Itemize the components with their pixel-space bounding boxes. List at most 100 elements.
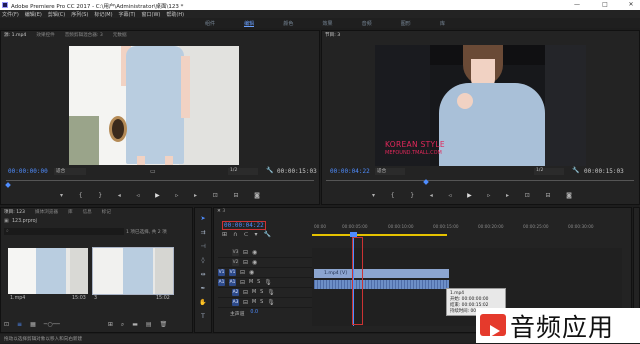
- timeline-timecode[interactable]: 00:00:04:22: [222, 221, 266, 230]
- source-timecode[interactable]: 00:00:00:00: [8, 168, 48, 175]
- menu-title[interactable]: 字幕(T): [119, 11, 136, 18]
- tab-markers[interactable]: 标记: [102, 208, 111, 216]
- track-v3-sync-icon[interactable]: ⊟: [243, 249, 248, 256]
- track-v1-eye-icon[interactable]: ◉: [249, 269, 254, 276]
- hand-tool-icon[interactable]: ✋: [199, 299, 207, 307]
- extract-icon[interactable]: ⊟: [545, 192, 550, 202]
- mark-out-icon[interactable]: {: [79, 192, 83, 202]
- linked-icon[interactable]: ⊂: [243, 231, 248, 238]
- step-back-icon[interactable]: ◂: [118, 192, 121, 202]
- track-a3-target[interactable]: A3: [232, 299, 239, 306]
- track-v2-sync-icon[interactable]: ⊟: [243, 259, 248, 266]
- menu-sequence[interactable]: 序列(S): [71, 11, 88, 18]
- timeline-ruler[interactable]: 00:00 00:00:05:00 00:00:10:00 00:00:15:0…: [312, 222, 630, 236]
- program-scrubber[interactable]: [326, 180, 634, 181]
- menu-clip[interactable]: 剪辑(C): [48, 11, 65, 18]
- ripple-edit-tool-icon[interactable]: ⊣: [199, 243, 207, 251]
- tab-effect-controls[interactable]: 效果控件: [36, 31, 54, 39]
- prog-step-back-frame-icon[interactable]: ◃: [448, 192, 451, 202]
- project-item-thumb-1[interactable]: [8, 248, 88, 294]
- icon-view-icon[interactable]: ▦: [30, 321, 36, 329]
- workspace-tab-color[interactable]: 颜色: [283, 18, 293, 27]
- track-v2-eye-icon[interactable]: ◉: [252, 259, 257, 266]
- razor-tool-icon[interactable]: ◊: [199, 257, 207, 265]
- lock-icon[interactable]: ⊡: [4, 321, 9, 329]
- clip-audio-a1[interactable]: [314, 280, 449, 289]
- prog-step-back-icon[interactable]: ◂: [430, 192, 433, 202]
- program-timecode[interactable]: 00:00:04:22: [330, 168, 370, 175]
- source-scrubber[interactable]: [6, 180, 314, 181]
- go-to-in-icon[interactable]: }: [98, 192, 102, 202]
- mark-in-icon[interactable]: ▾: [60, 192, 63, 202]
- work-area-bar[interactable]: [312, 234, 447, 236]
- zoom-slider[interactable]: ─○──: [44, 321, 60, 329]
- track-a3-mute[interactable]: M: [252, 300, 256, 305]
- program-wrench-icon[interactable]: 🔧: [572, 167, 579, 174]
- track-v1-target[interactable]: V1: [229, 269, 236, 276]
- track-a1-mute[interactable]: M: [249, 280, 253, 285]
- list-view-icon[interactable]: ≡: [17, 321, 22, 329]
- lift-icon[interactable]: ⊡: [525, 192, 530, 202]
- track-a2-mic-icon[interactable]: 🎙: [267, 289, 275, 296]
- new-bin-icon[interactable]: ▬: [132, 321, 138, 329]
- prog-export-frame-icon[interactable]: ◙: [566, 192, 572, 202]
- source-scale-dropdown[interactable]: 1/2: [228, 168, 258, 175]
- track-v2-target[interactable]: V2: [232, 259, 239, 266]
- track-a2-mute[interactable]: M: [252, 290, 256, 295]
- automate-icon[interactable]: ⊞: [108, 321, 113, 329]
- source-v1-patch[interactable]: V1: [218, 269, 225, 276]
- new-item-icon[interactable]: ▤: [146, 321, 152, 329]
- program-scale-dropdown[interactable]: 1/2: [534, 168, 564, 175]
- maximize-button[interactable]: □: [598, 1, 612, 9]
- tab-audio-clip-mixer[interactable]: 音频剪辑混合器: 3: [65, 31, 103, 39]
- snap-icon[interactable]: ∩: [233, 231, 237, 238]
- menu-window[interactable]: 窗口(W): [142, 11, 161, 18]
- minimize-button[interactable]: —: [570, 1, 584, 9]
- prog-mark-in-icon[interactable]: ▾: [372, 192, 375, 202]
- marker-icon[interactable]: ▾: [254, 231, 257, 238]
- prog-play-icon[interactable]: ▶: [467, 192, 472, 202]
- pen-tool-icon[interactable]: ✒: [199, 285, 207, 293]
- track-a1-solo[interactable]: S: [257, 280, 260, 285]
- track-a1-sync-icon[interactable]: ⊟: [240, 279, 245, 286]
- close-button[interactable]: ✕: [624, 1, 638, 9]
- trash-icon[interactable]: 🗑: [160, 321, 168, 329]
- track-a2-solo[interactable]: S: [260, 290, 263, 295]
- overwrite-icon[interactable]: ⊟: [233, 192, 238, 202]
- track-v3-target[interactable]: V3: [232, 249, 239, 256]
- find-icon[interactable]: ⌕: [121, 321, 124, 329]
- tab-program[interactable]: 节目: 3: [325, 31, 340, 39]
- nest-icon[interactable]: ⊞: [222, 231, 227, 238]
- workspace-tab-audio[interactable]: 音频: [362, 18, 372, 27]
- source-wrench-icon[interactable]: 🔧: [266, 167, 273, 174]
- tab-metadata[interactable]: 元数据: [113, 31, 127, 39]
- tab-project[interactable]: 项目: 123: [4, 208, 25, 216]
- source-fit-dropdown[interactable]: 适合: [54, 168, 86, 175]
- tab-info[interactable]: 信息: [83, 208, 92, 216]
- play-icon[interactable]: ▶: [155, 192, 160, 202]
- prog-step-forward-icon[interactable]: ▹: [487, 192, 490, 202]
- master-volume-value[interactable]: 0.0: [250, 310, 258, 317]
- step-forward-icon[interactable]: ▹: [175, 192, 178, 202]
- track-select-tool-icon[interactable]: ⇉: [199, 229, 207, 237]
- tab-media-browser[interactable]: 媒体浏览器: [35, 208, 58, 216]
- source-a1-patch[interactable]: A1: [218, 279, 225, 286]
- workspace-tab-editing[interactable]: 编辑: [244, 18, 255, 27]
- track-v1-sync-icon[interactable]: ⊟: [240, 269, 245, 276]
- track-a2-target[interactable]: A2: [232, 289, 239, 296]
- menu-marker[interactable]: 标记(M): [94, 11, 112, 18]
- menu-edit[interactable]: 编辑(E): [25, 11, 42, 18]
- track-a3-sync-icon[interactable]: ⊟: [243, 299, 248, 306]
- timeline-wrench-icon[interactable]: 🔧: [263, 231, 270, 238]
- insert-icon[interactable]: ⊡: [213, 192, 218, 202]
- track-a2-sync-icon[interactable]: ⊟: [243, 289, 248, 296]
- track-a1-mic-icon[interactable]: 🎙: [264, 279, 272, 286]
- prog-go-out-icon[interactable]: ▸: [506, 192, 509, 202]
- slip-tool-icon[interactable]: ⇹: [199, 271, 207, 279]
- step-back-frame-icon[interactable]: ◃: [136, 192, 139, 202]
- project-item-thumb-2[interactable]: [92, 247, 174, 295]
- selection-tool-icon[interactable]: ➤: [199, 215, 207, 223]
- track-a3-solo[interactable]: S: [260, 300, 263, 305]
- workspace-tab-effects[interactable]: 效果: [322, 18, 332, 27]
- project-search-input[interactable]: ⌕: [4, 228, 124, 235]
